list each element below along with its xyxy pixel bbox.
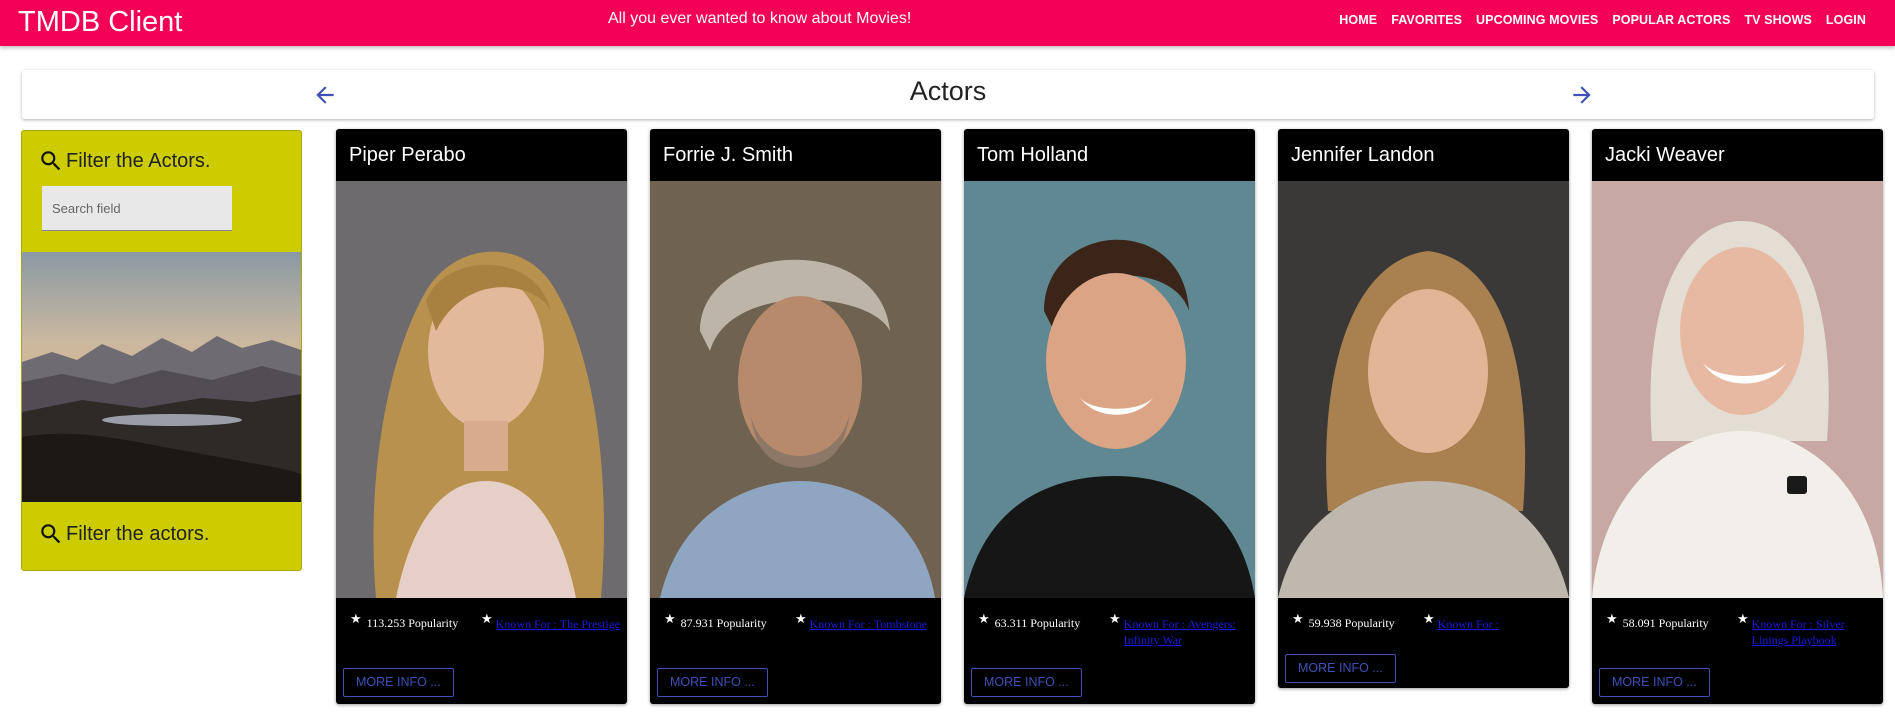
card-actions: MORE INFO ... <box>1278 654 1569 688</box>
known-for: ★ Known For : Silver Linings Playbook <box>1737 612 1877 648</box>
actor-card[interactable]: Jennifer Landon ★ 59.938 Popularity ★ Kn… <box>1278 129 1569 688</box>
popularity: ★ 63.311 Popularity <box>978 611 1081 631</box>
actor-meta: ★ 63.311 Popularity ★ Known For : Avenge… <box>964 598 1255 654</box>
popularity: ★ 59.938 Popularity <box>1292 611 1395 631</box>
nav-home[interactable]: HOME <box>1332 10 1384 30</box>
known-for-link[interactable]: Known For : Tombstone <box>810 616 927 632</box>
star-icon: ★ <box>481 611 493 626</box>
filter-heading-bottom: Filter the actors. <box>38 521 209 547</box>
actor-meta: ★ 113.253 Popularity ★ Known For : The P… <box>336 598 627 654</box>
known-for: ★ Known For : Avengers: Infinity War <box>1109 612 1249 648</box>
more-info-button[interactable]: MORE INFO ... <box>1285 654 1396 683</box>
actor-card[interactable]: Tom Holland ★ 63.311 Popularity ★ Known … <box>964 129 1255 704</box>
card-actions: MORE INFO ... <box>650 654 941 704</box>
star-icon: ★ <box>1423 611 1435 626</box>
star-icon: ★ <box>795 611 807 626</box>
actor-card[interactable]: Piper Perabo ★ 113.253 Popularity ★ Know… <box>336 129 627 704</box>
star-icon: ★ <box>978 611 990 626</box>
star-icon: ★ <box>1606 611 1618 626</box>
arrow-right-icon[interactable] <box>1569 82 1595 108</box>
actor-name: Jacki Weaver <box>1605 144 1725 166</box>
app-bar: TMDB Client All you ever wanted to know … <box>0 0 1895 46</box>
top-nav: HOME FAVORITES UPCOMING MOVIES POPULAR A… <box>1332 10 1873 30</box>
more-info-button[interactable]: MORE INFO ... <box>1599 668 1710 697</box>
popularity-value: 59.938 Popularity <box>1308 616 1395 630</box>
search-icon <box>41 151 61 171</box>
known-for-link[interactable]: Known For : Silver Linings Playbook <box>1752 616 1877 648</box>
app-title[interactable]: TMDB Client <box>18 4 182 40</box>
popularity-value: 87.931 Popularity <box>680 616 767 630</box>
more-info-button[interactable]: MORE INFO ... <box>657 668 768 697</box>
star-icon: ★ <box>1737 611 1749 626</box>
nav-upcoming-movies[interactable]: UPCOMING MOVIES <box>1469 10 1605 30</box>
page-title: Actors <box>909 76 987 106</box>
popularity-value: 58.091 Popularity <box>1622 616 1709 630</box>
known-for: ★ Known For : <box>1423 612 1563 632</box>
known-for-link[interactable]: Known For : <box>1438 616 1499 632</box>
filter-heading-top: Filter the Actors. <box>38 148 211 174</box>
landscape-image <box>22 252 301 502</box>
known-for: ★ Known For : The Prestige <box>481 612 621 632</box>
app-tagline: All you ever wanted to know about Movies… <box>608 10 912 27</box>
search-input[interactable] <box>42 186 232 231</box>
nav-popular-actors[interactable]: POPULAR ACTORS <box>1605 10 1737 30</box>
actor-name: Jennifer Landon <box>1291 144 1435 166</box>
filter-heading-label: Filter the actors. <box>66 522 210 545</box>
star-icon: ★ <box>1109 611 1121 626</box>
filter-heading-label: Filter the Actors. <box>66 149 211 172</box>
page-header: Actors <box>22 70 1874 119</box>
actor-name: Tom Holland <box>977 144 1089 166</box>
popularity-value: 113.253 Popularity <box>366 616 459 630</box>
actor-name: Forrie J. Smith <box>663 144 794 166</box>
star-icon: ★ <box>1292 611 1304 626</box>
nav-favorites[interactable]: FAVORITES <box>1384 10 1469 30</box>
actor-photo <box>650 181 941 598</box>
card-actions: MORE INFO ... <box>336 654 627 704</box>
known-for-link[interactable]: Known For : The Prestige <box>496 616 620 632</box>
actor-card[interactable]: Jacki Weaver ★ 58.091 Popularity ★ Known… <box>1592 129 1883 704</box>
popularity: ★ 87.931 Popularity <box>664 611 767 631</box>
known-for: ★ Known For : Tombstone <box>795 612 935 632</box>
card-actions: MORE INFO ... <box>1592 654 1883 704</box>
actor-photo <box>1592 181 1883 598</box>
filter-panel: Filter the Actors. Filter the actors. <box>21 130 302 571</box>
nav-tv-shows[interactable]: TV SHOWS <box>1737 10 1818 30</box>
known-for-link[interactable]: Known For : Avengers: Infinity War <box>1124 616 1249 648</box>
actor-photo <box>964 181 1255 598</box>
star-icon: ★ <box>664 611 676 626</box>
actor-photo <box>336 181 627 598</box>
star-icon: ★ <box>350 611 362 626</box>
actor-name: Piper Perabo <box>349 144 466 166</box>
more-info-button[interactable]: MORE INFO ... <box>343 668 454 697</box>
actor-meta: ★ 59.938 Popularity ★ Known For : <box>1278 598 1569 654</box>
card-actions: MORE INFO ... <box>964 654 1255 704</box>
more-info-button[interactable]: MORE INFO ... <box>971 668 1082 697</box>
actor-card[interactable]: Forrie J. Smith ★ 87.931 Popularity ★ Kn… <box>650 129 941 704</box>
search-icon <box>41 524 61 544</box>
popularity-value: 63.311 Popularity <box>994 616 1081 630</box>
actor-photo <box>1278 181 1569 598</box>
actor-meta: ★ 87.931 Popularity ★ Known For : Tombst… <box>650 598 941 654</box>
popularity: ★ 113.253 Popularity <box>350 611 459 631</box>
actor-meta: ★ 58.091 Popularity ★ Known For : Silver… <box>1592 598 1883 654</box>
popularity: ★ 58.091 Popularity <box>1606 611 1709 631</box>
nav-login[interactable]: LOGIN <box>1819 10 1873 30</box>
